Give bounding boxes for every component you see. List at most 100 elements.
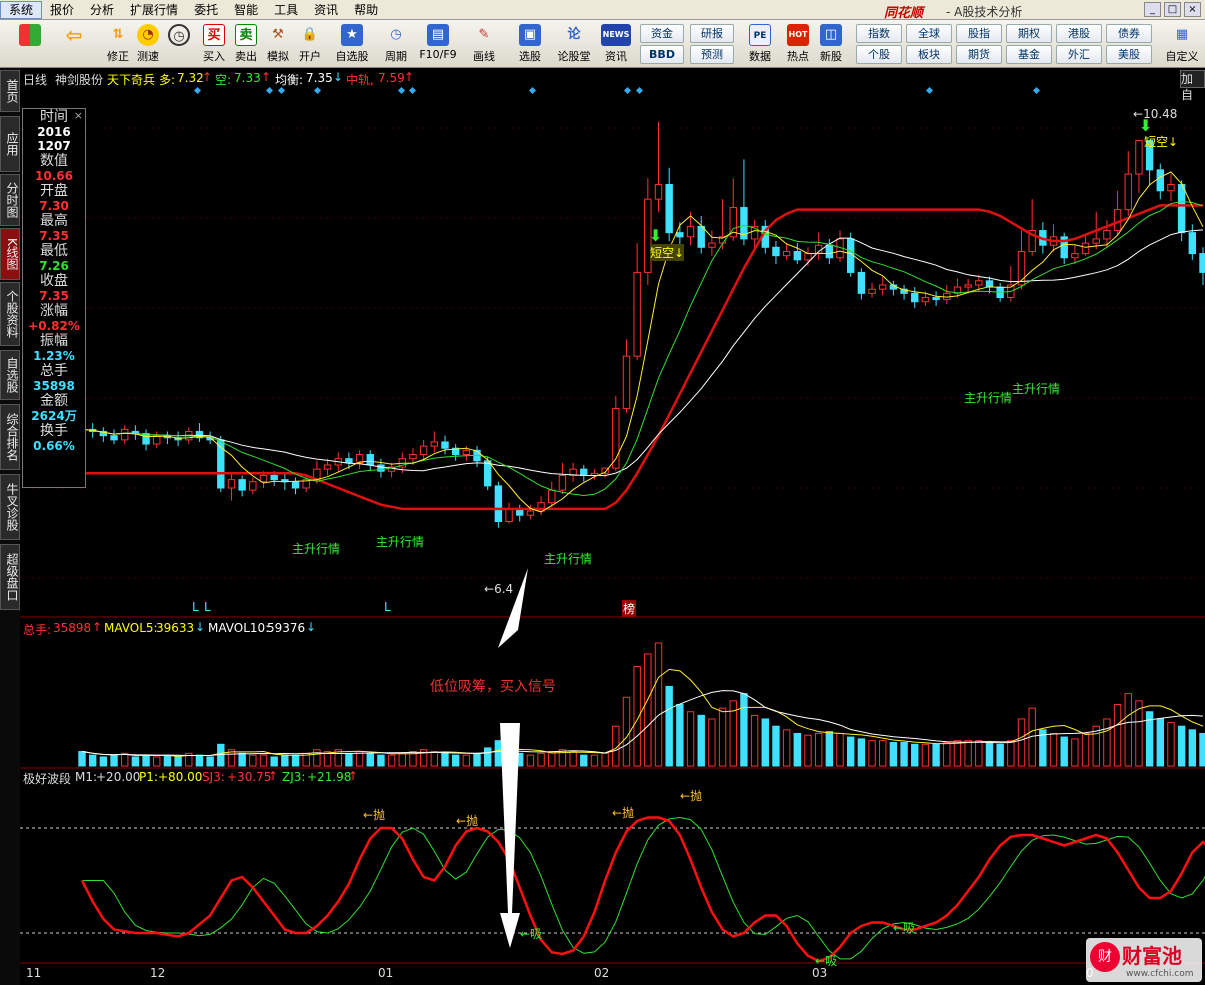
volume-bar <box>644 653 652 767</box>
menu-smart[interactable]: 智能 <box>226 0 266 20</box>
open-account-button[interactable]: 🔒 开户 <box>294 22 326 66</box>
menu-analysis[interactable]: 分析 <box>82 0 122 20</box>
back-button[interactable]: ⇦ <box>58 22 90 66</box>
news-button[interactable]: NEWS 资讯 <box>600 22 632 66</box>
main-up-signal: 主升行情 <box>376 535 425 549</box>
short-kong-signal: 短空↓ <box>1144 135 1179 149</box>
tab-ranking[interactable]: 综合排名 <box>0 404 20 470</box>
draw-button[interactable]: ✎ 画线 <box>468 22 500 66</box>
clock-icon: ◷ <box>168 24 190 46</box>
l-marker: L <box>192 600 199 614</box>
f10-button[interactable]: ▤ F10/F9 <box>419 22 457 66</box>
volume-bar <box>526 754 535 767</box>
candle-body <box>1071 253 1079 259</box>
futures-button[interactable]: 期货 <box>956 45 1002 64</box>
global-button[interactable]: 全球 <box>906 24 952 43</box>
info-value: 7.30 <box>39 199 69 213</box>
tab-timeshare[interactable]: 分时图 <box>0 174 20 226</box>
menu-system[interactable]: 系统 <box>0 0 43 19</box>
candle-body <box>1156 169 1164 192</box>
ipo-button[interactable]: ◫ 新股 <box>815 22 847 66</box>
candle-body <box>441 441 449 449</box>
volume-bar <box>1071 738 1079 767</box>
tab-diagnosis[interactable]: 牛叉诊股 <box>0 474 20 540</box>
candle-body <box>1167 184 1175 192</box>
close-icon[interactable]: × <box>1184 2 1201 17</box>
sj3-line <box>80 816 1205 963</box>
minimize-icon[interactable]: _ <box>1144 2 1161 17</box>
candle-body <box>654 184 663 200</box>
volume-bar <box>313 749 321 767</box>
bbd-button[interactable]: BBD <box>640 45 684 64</box>
watchlist-button[interactable]: ★ 自选股 <box>336 22 369 66</box>
volume-bar <box>494 740 503 767</box>
candle-body <box>932 297 940 301</box>
menu-quote[interactable]: 报价 <box>42 0 82 20</box>
candle-body <box>879 284 887 290</box>
volume-bar <box>825 731 834 767</box>
menu-trade[interactable]: 委托 <box>186 0 226 20</box>
volume-bar <box>1199 732 1205 767</box>
volume-bar <box>153 756 161 767</box>
grid-button[interactable] <box>14 22 46 66</box>
volume-bar <box>163 754 172 767</box>
info-panel: × 时间 2016 1207 数值 10.66 开盘 7.30 最高 7.35 最低 7.26 收盘 7… <box>22 108 86 488</box>
tab-home[interactable]: 首页 <box>0 70 20 112</box>
bond-button[interactable]: 债券 <box>1106 24 1152 43</box>
chart-canvas[interactable] <box>20 68 1205 985</box>
fund-flow-button[interactable]: 资金 <box>640 24 684 43</box>
volume-bar <box>750 714 759 767</box>
info-value: 1207 <box>37 139 71 153</box>
tab-apps[interactable]: 应用 <box>0 116 20 172</box>
up-arrow-icon: ↑ <box>268 769 279 783</box>
candle-body <box>676 232 684 238</box>
kline-chart-area[interactable] <box>20 68 1205 985</box>
news-icon: NEWS <box>601 24 631 46</box>
forecast-button[interactable]: 预测 <box>690 45 734 64</box>
candle-body <box>227 479 236 489</box>
menu-help[interactable]: 帮助 <box>346 0 386 20</box>
main-up-signal: 主升行情 <box>964 391 1013 405</box>
tab-kline[interactable]: K线图 <box>0 228 20 280</box>
volume-bar <box>1156 718 1164 767</box>
main-up-signal: 主升行情 <box>544 552 593 566</box>
kong-label: 空: <box>215 73 232 87</box>
forum-button[interactable]: 论论股堂 <box>558 22 591 66</box>
diamond-marker <box>265 86 274 95</box>
index-button[interactable]: 指数 <box>856 24 902 43</box>
stock-select-button[interactable]: ▣ 选股 <box>514 22 546 66</box>
forex-button[interactable]: 外汇 <box>1056 45 1102 64</box>
period-button[interactable]: ◷ 周期 <box>380 22 412 66</box>
l-marker: L <box>384 600 391 614</box>
candle-body <box>462 449 471 456</box>
candle-body <box>985 280 994 288</box>
m1-label: M1: <box>75 770 98 784</box>
candle-body <box>419 445 428 456</box>
menu-news[interactable]: 资讯 <box>306 0 346 20</box>
individual-stock-button[interactable]: 个股 <box>856 45 902 64</box>
m1-value: +20.00 <box>96 770 141 784</box>
customize-button[interactable]: ▦ 自定义 <box>1166 22 1199 66</box>
l-marker: L <box>204 600 211 614</box>
stock-index-button[interactable]: 股指 <box>956 24 1002 43</box>
volume-bar <box>708 718 716 767</box>
candle-body <box>697 225 705 248</box>
options-button[interactable]: 期权 <box>1006 24 1052 43</box>
menu-extended[interactable]: 扩展行情 <box>122 0 186 20</box>
speed-button[interactable]: ◔ 测速 <box>132 22 164 66</box>
fund-button[interactable]: 基金 <box>1006 45 1052 64</box>
volume-bar <box>1103 718 1111 767</box>
candle-body <box>665 184 673 234</box>
maximize-icon[interactable]: □ <box>1164 2 1181 17</box>
sector-button[interactable]: 板块 <box>906 45 952 64</box>
close-icon[interactable]: × <box>74 109 83 122</box>
menu-tools[interactable]: 工具 <box>266 0 306 20</box>
research-button[interactable]: 研报 <box>690 24 734 43</box>
tab-watchlist[interactable]: 自选股 <box>0 350 20 400</box>
tab-level2[interactable]: 超级盘口 <box>0 544 20 610</box>
hk-stock-button[interactable]: 港股 <box>1056 24 1102 43</box>
add-watchlist-button[interactable]: 加自 <box>1180 70 1205 102</box>
candle-body <box>505 508 513 522</box>
us-stock-button[interactable]: 美股 <box>1106 45 1152 64</box>
tab-profile[interactable]: 个股资料 <box>0 282 20 346</box>
